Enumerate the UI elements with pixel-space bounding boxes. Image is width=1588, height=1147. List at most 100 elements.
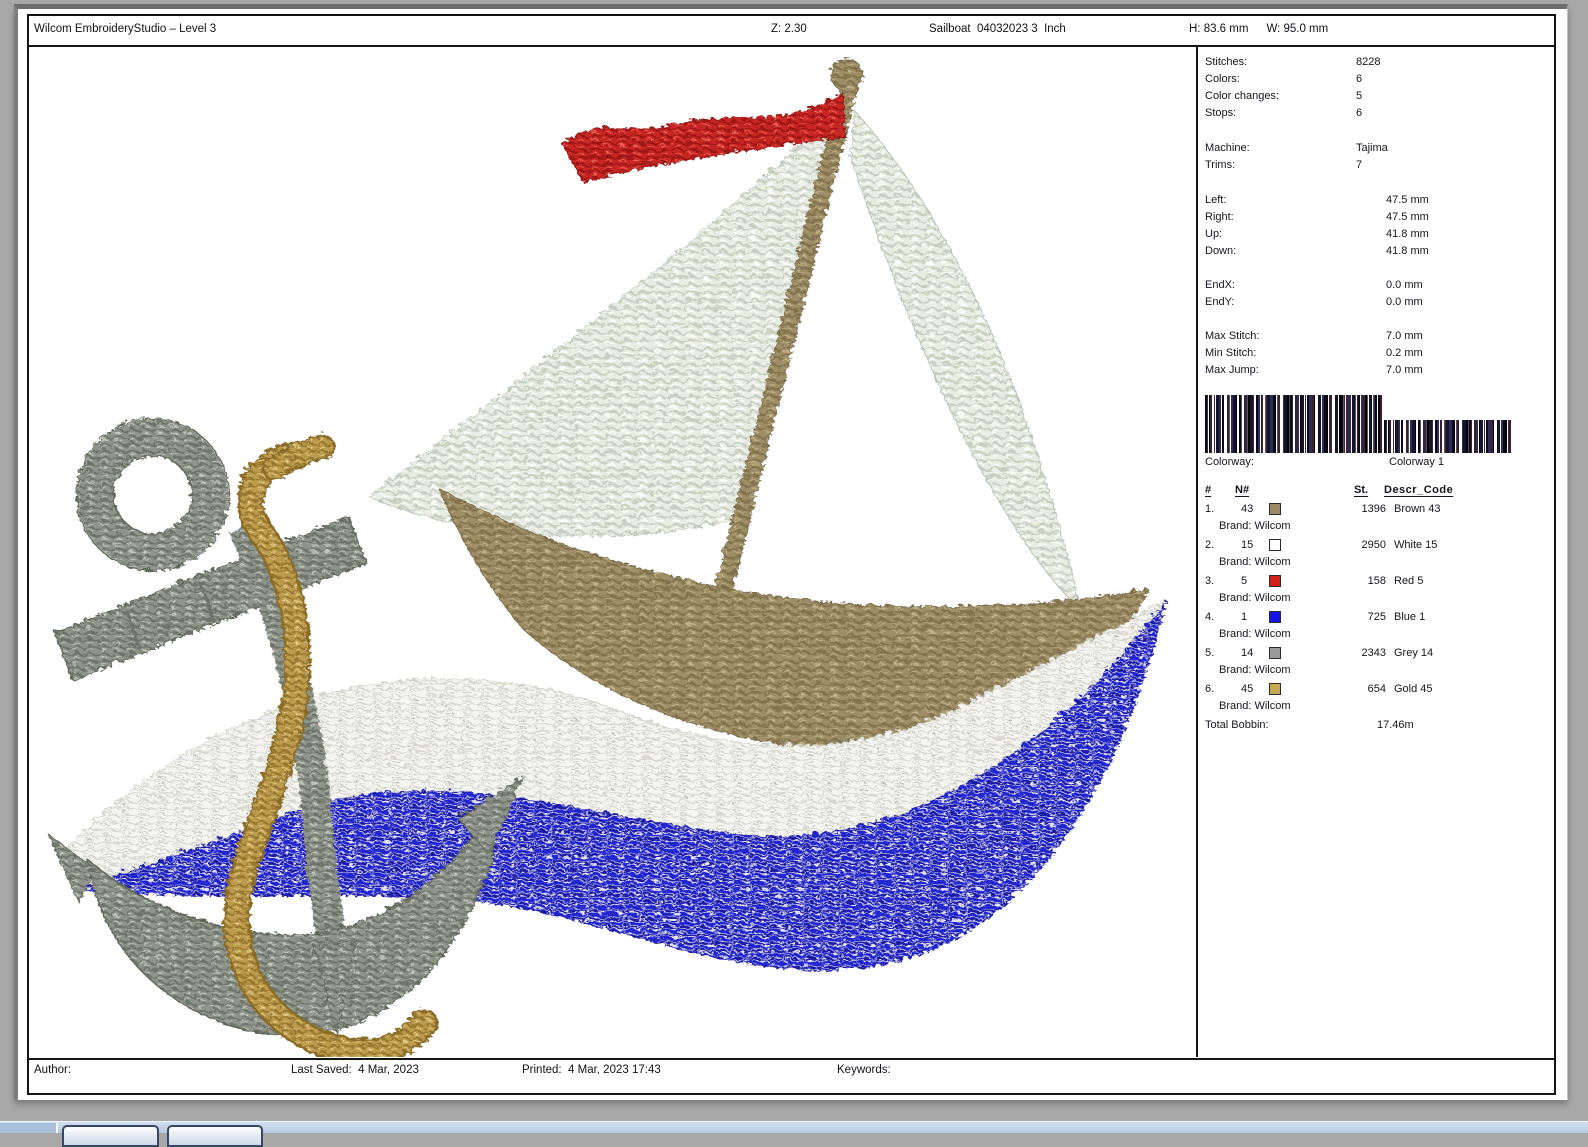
author-field: Author: xyxy=(34,1064,72,1076)
stat-colors: Colors: 6 xyxy=(1205,71,1550,88)
stat-value: 47.5 mm xyxy=(1386,194,1429,206)
stat-trims: Trims: 7 xyxy=(1205,157,1550,174)
colorway-row: Colorway: Colorway 1 xyxy=(1205,454,1550,471)
keywords-field: Keywords: xyxy=(837,1064,891,1076)
thread-needle: 5 xyxy=(1241,575,1248,587)
thread-needle: 14 xyxy=(1241,647,1254,659)
thread-stitches: 2950 xyxy=(1361,539,1386,551)
thread-index: 4. xyxy=(1205,611,1215,623)
thread-description: Gold 45 xyxy=(1394,683,1433,695)
stat-down: Down: 41.8 mm xyxy=(1205,243,1550,260)
preview-header: Wilcom EmbroideryStudio – Level 3 Z: 2.3… xyxy=(29,16,1554,47)
stat-left: Left: 47.5 mm xyxy=(1205,192,1550,209)
design-dimensions: H: 83.6 mm W: 95.0 mm xyxy=(1189,23,1346,35)
thread-stitches: 725 xyxy=(1367,611,1386,623)
thread-description: Red 5 xyxy=(1394,575,1424,587)
stat-value: 7 xyxy=(1356,159,1363,171)
jib-sail xyxy=(848,107,1080,611)
design-tab-1[interactable] xyxy=(62,1125,159,1147)
stat-machine: Machine: Tajima xyxy=(1205,140,1550,157)
stat-stitches: Stitches: 8228 xyxy=(1205,54,1550,71)
last-saved-field: Last Saved: 4 Mar, 2023 xyxy=(291,1064,419,1076)
thread-swatch xyxy=(1269,539,1281,551)
thread-index: 2. xyxy=(1205,539,1215,551)
printed-field: Printed: 4 Mar, 2023 17:43 xyxy=(522,1064,661,1076)
design-canvas[interactable] xyxy=(29,47,1197,1057)
colorway-value: Colorway 1 xyxy=(1389,456,1445,468)
thread-needle: 43 xyxy=(1241,503,1254,515)
preview-footer: Author: Last Saved: 4 Mar, 2023 Printed:… xyxy=(29,1058,1554,1093)
thread-row: 6. 45 654 Gold 45 xyxy=(1205,681,1550,698)
app-title: Wilcom EmbroideryStudio – Level 3 xyxy=(34,23,217,35)
mast-top-knob xyxy=(828,56,862,90)
stat-value: 41.8 mm xyxy=(1386,228,1429,240)
thread-needle: 1 xyxy=(1241,611,1248,623)
zoom-level: Z: 2.30 xyxy=(771,23,807,35)
stat-label: Up: xyxy=(1205,228,1223,240)
stat-value: 8228 xyxy=(1356,56,1381,68)
thread-description: White 15 xyxy=(1394,539,1438,551)
stat-up: Up: 41.8 mm xyxy=(1205,226,1550,243)
stat-value: 0.0 mm xyxy=(1386,279,1423,291)
design-tab-2[interactable] xyxy=(167,1125,263,1147)
design-width: W: 95.0 mm xyxy=(1266,23,1329,35)
design-barcode xyxy=(1205,395,1550,453)
sailboat-anchor-embroidery xyxy=(45,56,1166,1057)
thread-brand: Brand: Wilcom xyxy=(1219,520,1291,532)
thread-swatch xyxy=(1269,503,1281,515)
design-filename: Sailboat 04032023 3 Inch xyxy=(929,23,1066,35)
stat-label: Max Stitch: xyxy=(1205,330,1260,342)
thread-needle: 15 xyxy=(1241,539,1254,551)
thread-description: Grey 14 xyxy=(1394,647,1434,659)
stat-right: Right: 47.5 mm xyxy=(1205,209,1550,226)
thread-description: Blue 1 xyxy=(1394,611,1426,623)
stat-label: Trims: xyxy=(1205,159,1236,171)
barcode-segment-right xyxy=(1384,420,1511,453)
stat-label: Color changes: xyxy=(1205,90,1279,102)
stat-value: 5 xyxy=(1356,90,1363,102)
stat-endx: EndX: 0.0 mm xyxy=(1205,277,1550,294)
preview-body: Stitches: 8228 Colors: 6 Color changes: 5 S… xyxy=(29,47,1554,1057)
anchor-ring xyxy=(76,418,226,568)
stat-value: 6 xyxy=(1356,73,1363,85)
stat-label: EndX: xyxy=(1205,279,1235,291)
stat-min-stitch: Min Stitch: 0.2 mm xyxy=(1205,345,1550,362)
thread-row: 3. 5 158 Red 5 xyxy=(1205,573,1550,590)
stat-value: 7.0 mm xyxy=(1386,330,1423,342)
stat-label: Machine: xyxy=(1205,142,1250,154)
stat-max-jump: Max Jump: 7.0 mm xyxy=(1205,362,1550,379)
thread-swatch xyxy=(1269,575,1281,587)
stat-label: Right: xyxy=(1205,211,1234,223)
thread-row: 1. 43 1396 Brown 43 xyxy=(1205,501,1550,518)
stat-value: 41.8 mm xyxy=(1386,245,1429,257)
thread-index: 5. xyxy=(1205,647,1215,659)
col-header-stitches: St. xyxy=(1354,484,1369,496)
print-preview-page: Wilcom EmbroideryStudio – Level 3 Z: 2.3… xyxy=(14,4,1568,1100)
stat-label: Colors: xyxy=(1205,73,1240,85)
total-bobbin-row: Total Bobbin: 17.46m xyxy=(1205,717,1550,734)
thread-row: 5. 14 2343 Grey 14 xyxy=(1205,645,1550,662)
bottom-tab-strip xyxy=(0,1121,1588,1147)
design-height: H: 83.6 mm xyxy=(1189,23,1249,35)
summary-panel: Stitches: 8228 Colors: 6 Color changes: 5 S… xyxy=(1196,47,1554,1057)
thread-stitches: 654 xyxy=(1367,683,1386,695)
thread-brand: Brand: Wilcom xyxy=(1219,556,1291,568)
thread-brand: Brand: Wilcom xyxy=(1219,664,1291,676)
thread-swatch xyxy=(1269,611,1281,623)
stat-value: 7.0 mm xyxy=(1386,364,1423,376)
anchor-ring-inner-outline xyxy=(111,453,191,533)
thread-brand: Brand: Wilcom xyxy=(1219,700,1291,712)
stat-value: 0.0 mm xyxy=(1386,296,1423,308)
thread-swatch xyxy=(1269,647,1281,659)
thread-stitches: 158 xyxy=(1367,575,1386,587)
col-header-number: # xyxy=(1205,484,1212,496)
stat-label: Down: xyxy=(1205,245,1237,257)
thread-index: 1. xyxy=(1205,503,1215,515)
barcode-segment-left xyxy=(1205,395,1383,453)
stat-value: 0.2 mm xyxy=(1386,347,1423,359)
colorway-label: Colorway: xyxy=(1205,456,1254,468)
thread-brand: Brand: Wilcom xyxy=(1219,628,1291,640)
stat-label: Stops: xyxy=(1205,107,1237,119)
page-border: Wilcom EmbroideryStudio – Level 3 Z: 2.3… xyxy=(27,14,1556,1095)
stat-stops: Stops: 6 xyxy=(1205,105,1550,122)
